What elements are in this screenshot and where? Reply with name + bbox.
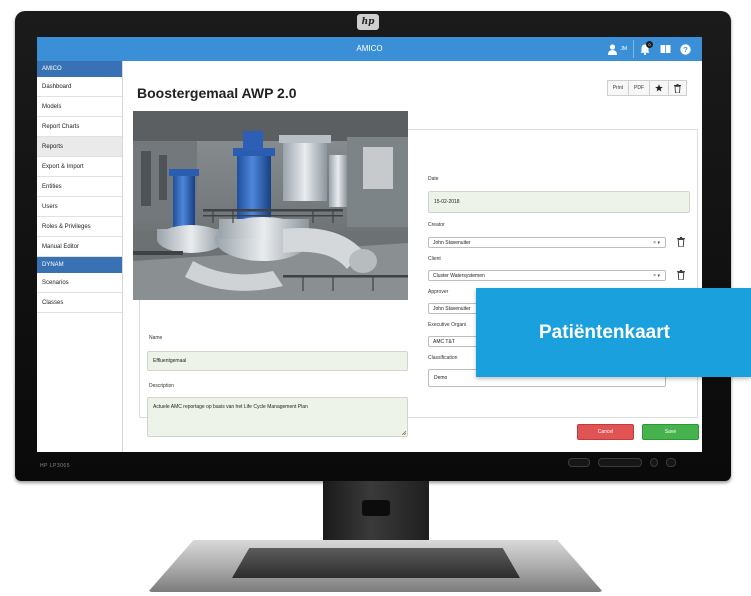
stand-cable-hole	[362, 500, 390, 516]
svg-text:?: ?	[683, 45, 688, 54]
description-field[interactable]: Actuele AMC reportage op basis van het L…	[147, 397, 408, 437]
executive-organisation-label: Executive Organi	[428, 322, 467, 328]
notification-badge: 0	[646, 41, 653, 48]
delete-report-button[interactable]	[668, 80, 687, 96]
sidebar-item-entities[interactable]: Entities	[37, 177, 122, 197]
client-select[interactable]: Cluster Watersystemen × ▾	[428, 270, 666, 281]
creator-label: Creator	[428, 222, 445, 228]
sidebar-item-scenarios[interactable]: Scenarios	[37, 273, 122, 293]
topbar-icons: JM 0 ?	[604, 37, 694, 61]
description-text: Actuele AMC reportage op basis van het L…	[153, 404, 308, 410]
client-value: Cluster Watersystemen	[433, 272, 485, 279]
user-initials: JM	[620, 46, 627, 52]
notifications-button[interactable]: 0	[636, 40, 654, 58]
page-title: Boostergemaal AWP 2.0	[137, 85, 297, 101]
pumping-station-image	[133, 111, 408, 300]
report-photo	[133, 111, 408, 300]
trash-icon	[674, 83, 681, 93]
help-button[interactable]: ?	[676, 40, 694, 58]
sidebar-section-amico: AMICO	[37, 61, 122, 77]
user-menu[interactable]: JM	[604, 43, 631, 55]
patient-card-banner: Patiëntenkaart	[476, 288, 751, 377]
name-label: Name	[149, 335, 163, 341]
manual-button[interactable]	[656, 40, 674, 58]
executive-organisation-value: AMC T&T	[433, 338, 455, 345]
app-title: AMICO	[356, 44, 383, 53]
monitor-adjust-buttons	[598, 458, 642, 467]
description-label: Description	[149, 383, 175, 389]
sidebar-item-export-import[interactable]: Export & Import	[37, 157, 122, 177]
cancel-button[interactable]: Cancel	[577, 424, 634, 440]
name-field[interactable]: Effluentgemaal	[147, 351, 408, 371]
pdf-button[interactable]: PDF	[628, 80, 650, 96]
top-bar: AMICO JM 0 ?	[37, 37, 702, 61]
date-label: Date	[428, 176, 439, 182]
monitor-model-label: HP LP3065	[40, 463, 70, 469]
creator-select[interactable]: John Stavenuiter × ▾	[428, 237, 666, 248]
print-button[interactable]: Print	[606, 80, 629, 96]
help-icon: ?	[679, 43, 691, 55]
sidebar-section-dynam: DYNAM	[37, 257, 122, 273]
monitor-power-led	[650, 458, 658, 467]
hp-logo: hp	[357, 14, 379, 30]
sidebar-item-roles-privileges[interactable]: Roles & Privileges	[37, 217, 122, 237]
monitor-power-button	[666, 458, 676, 467]
client-delete-icon[interactable]	[677, 270, 685, 280]
date-field[interactable]: 15-02-2018	[428, 191, 690, 213]
classification-label: Classification	[428, 355, 458, 361]
resize-grip-icon[interactable]	[401, 430, 406, 435]
book-icon	[660, 45, 670, 53]
sidebar: AMICO Dashboard Models Report Charts Rep…	[37, 61, 123, 452]
star-icon	[655, 84, 663, 92]
creator-value: John Stavenuiter	[433, 239, 471, 246]
sidebar-item-classes[interactable]: Classes	[37, 293, 122, 313]
creator-delete-icon[interactable]	[677, 237, 685, 247]
clear-dropdown-icon[interactable]: × ▾	[653, 273, 660, 279]
clear-dropdown-icon[interactable]: × ▾	[653, 240, 660, 246]
main-content: Boostergemaal AWP 2.0 Print PDF Name Eff…	[123, 61, 702, 452]
save-button[interactable]: Save	[642, 424, 699, 440]
sidebar-item-reports[interactable]: Reports	[37, 137, 122, 157]
sidebar-item-dashboard[interactable]: Dashboard	[37, 77, 122, 97]
sidebar-item-report-charts[interactable]: Report Charts	[37, 117, 122, 137]
user-icon	[608, 43, 618, 55]
divider	[633, 40, 634, 58]
client-label: Client	[428, 256, 441, 262]
monitor-stand-base-inner	[232, 548, 520, 578]
report-actions: Print PDF	[606, 80, 687, 96]
monitor-input-button	[568, 458, 590, 467]
approver-label: Approver	[428, 289, 449, 295]
monitor-buttons	[568, 458, 676, 467]
screen: AMICO JM 0 ? AMICO Dashboard Models Repo…	[37, 37, 702, 452]
sidebar-item-manual-editor[interactable]: Manual Editor	[37, 237, 122, 257]
approver-value: John Stavenuiter	[433, 305, 471, 312]
favorite-button[interactable]	[649, 80, 669, 96]
sidebar-item-models[interactable]: Models	[37, 97, 122, 117]
sidebar-item-users[interactable]: Users	[37, 197, 122, 217]
